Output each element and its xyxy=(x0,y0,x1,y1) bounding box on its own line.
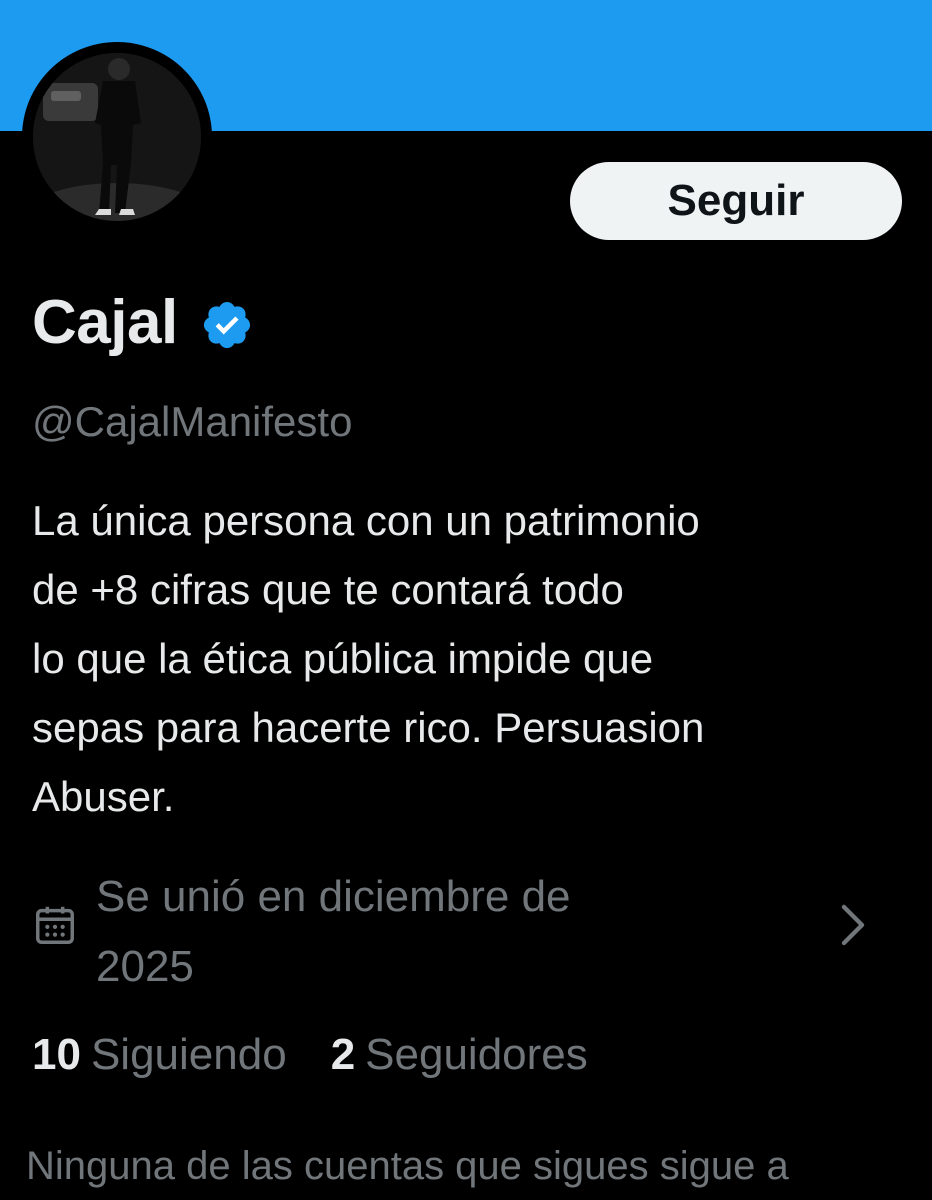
bio-line: Abuser. xyxy=(32,773,175,820)
follow-button[interactable]: Seguir xyxy=(570,162,902,240)
bio-line: de +8 cifras que te contará todo xyxy=(32,566,624,613)
profile-bio: La única persona con un patrimonio de +8… xyxy=(32,486,912,831)
followers-label: Seguidores xyxy=(365,1030,588,1079)
joined-date-text: Se unió en diciembre de 2025 xyxy=(96,862,571,1002)
joined-line: 2025 xyxy=(96,942,194,991)
display-name: Cajal xyxy=(32,287,178,357)
verified-badge-icon[interactable] xyxy=(200,298,254,352)
following-stat[interactable]: 10 Siguiendo xyxy=(32,1030,287,1080)
followers-count: 2 xyxy=(330,1030,356,1079)
joined-line: Se unió en diciembre de xyxy=(96,872,571,921)
profile-stats: 10 Siguiendo 2 Seguidores xyxy=(32,1030,632,1080)
avatar-photo xyxy=(33,53,201,221)
bio-line: sepas para hacerte rico. Persuasion xyxy=(32,704,705,751)
joined-date-row[interactable]: Se unió en diciembre de 2025 xyxy=(32,862,892,1002)
following-label: Siguiendo xyxy=(90,1030,287,1079)
following-count: 10 xyxy=(32,1030,81,1079)
bio-line: La única persona con un patrimonio xyxy=(32,497,700,544)
profile-handle: @CajalManifesto xyxy=(32,398,353,445)
avatar[interactable] xyxy=(33,53,201,221)
followers-stat[interactable]: 2 Seguidores xyxy=(331,1030,588,1080)
chevron-right-icon[interactable] xyxy=(832,900,872,950)
bio-line: lo que la ética pública impide que xyxy=(32,635,654,682)
calendar-icon xyxy=(36,906,74,944)
mutual-followers-note: Ninguna de las cuentas que sigues sigue … xyxy=(26,1144,789,1188)
name-row: Cajal xyxy=(32,282,254,362)
